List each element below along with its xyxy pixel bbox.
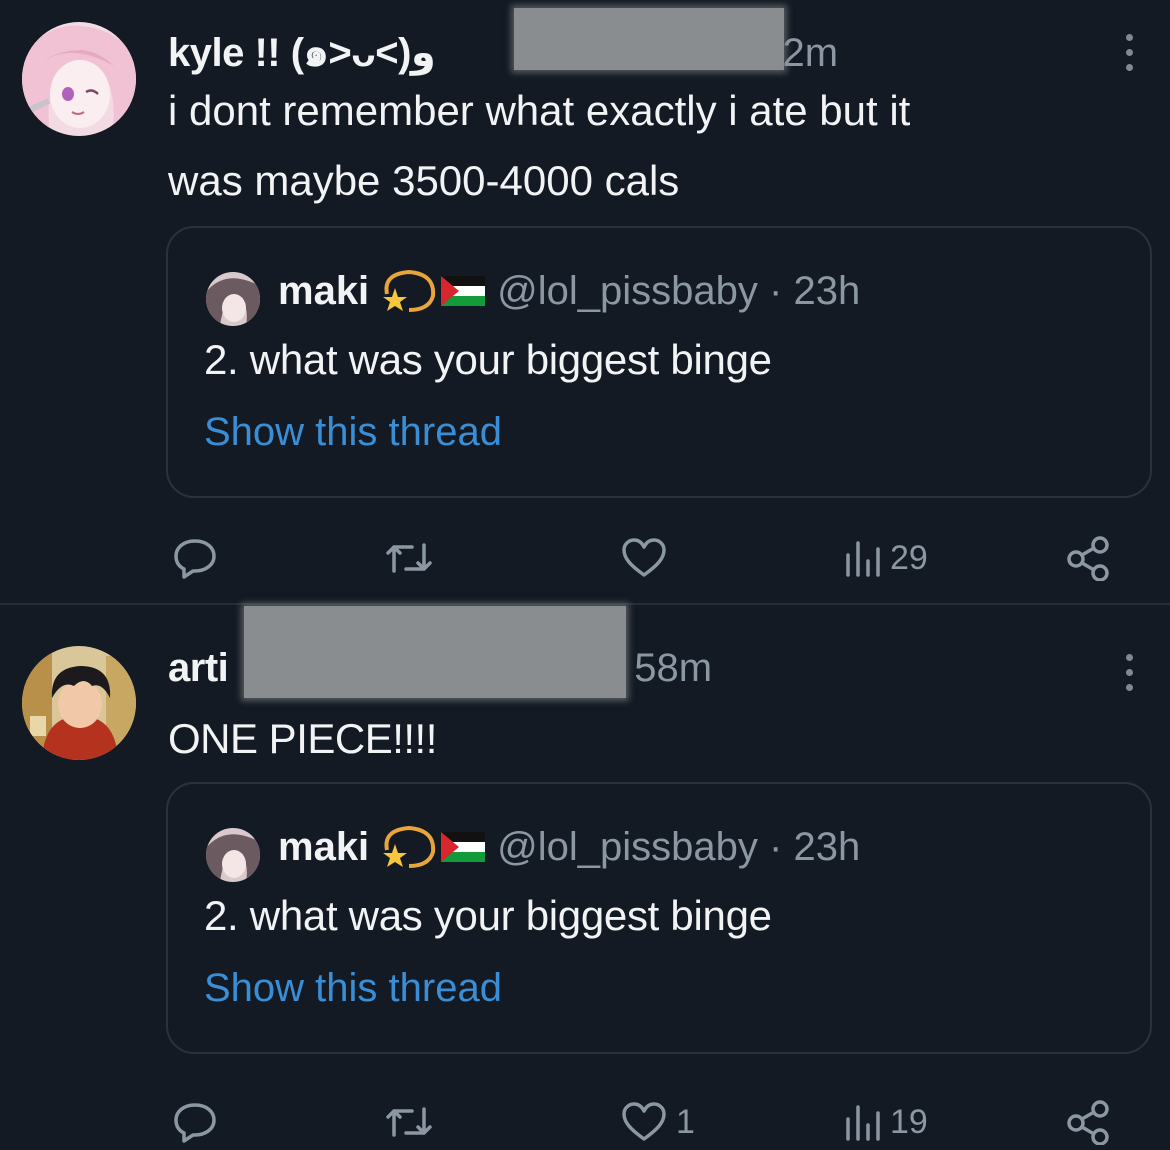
palestine-flag-emoji-icon [441, 832, 486, 862]
quoted-handle-time[interactable]: @lol_pissbaby · 23h [497, 269, 860, 314]
more-options-icon[interactable] [1126, 654, 1134, 691]
palestine-flag-emoji-icon [441, 276, 486, 306]
quoted-author-name[interactable]: maki [278, 825, 369, 870]
dizzy-star-emoji-icon [383, 269, 436, 312]
anime-dark-hair-avatar-icon [22, 646, 136, 760]
timestamp[interactable]: 58m [634, 646, 712, 691]
show-thread-link[interactable]: Show this thread [204, 410, 502, 455]
redacted-handle [514, 8, 784, 70]
author-name[interactable]: kyle !! (๑>ᴗ<)و [168, 20, 436, 84]
retweet-icon [386, 543, 432, 573]
quoted-header: maki @lol_pissbaby · 23h [278, 268, 860, 314]
retweet-button[interactable] [384, 1092, 442, 1150]
tweet-text-line: was maybe 3500-4000 cals [168, 157, 680, 204]
anime-pink-hair-avatar-icon [22, 22, 136, 136]
retweet-icon [386, 1107, 432, 1137]
views-chart-icon [846, 1105, 880, 1141]
views-button[interactable]: 29 [842, 528, 928, 588]
reply-button[interactable] [172, 1092, 226, 1150]
tweet[interactable]: arti 58m ONE PIECE!!!! maki @lol_pissbab… [0, 606, 1170, 1150]
like-button[interactable] [620, 528, 676, 588]
reply-icon [174, 1103, 216, 1143]
views-count: 19 [890, 1102, 928, 1141]
quoted-avatar[interactable] [206, 828, 260, 882]
quoted-tweet[interactable]: maki @lol_pissbaby · 23h 2. what was you… [166, 226, 1152, 498]
reply-button[interactable] [172, 528, 226, 588]
retweet-button[interactable] [384, 528, 442, 588]
tweet[interactable]: kyle !! (๑>ᴗ<)و · 32m i dont remember wh… [0, 0, 1170, 605]
tweet-text: i dont remember what exactly i ate but i… [168, 76, 1128, 216]
action-bar: 1 19 [0, 1092, 1170, 1150]
show-thread-link[interactable]: Show this thread [204, 966, 502, 1011]
quoted-avatar-icon [206, 272, 260, 326]
tweet-text-line: i dont remember what exactly i ate but i… [168, 87, 911, 134]
views-count: 29 [890, 538, 928, 577]
tweet-text-line: ONE PIECE!!!! [168, 715, 437, 762]
like-button[interactable]: 1 [620, 1092, 695, 1150]
like-count: 1 [676, 1102, 695, 1141]
quoted-avatar[interactable] [206, 272, 260, 326]
views-chart-icon [846, 541, 880, 577]
redacted-handle [244, 606, 626, 698]
quoted-text: 2. what was your biggest binge [204, 892, 772, 939]
heart-icon [622, 1102, 666, 1141]
quoted-handle-time[interactable]: @lol_pissbaby · 23h [497, 825, 860, 870]
quoted-avatar-icon [206, 828, 260, 882]
quoted-text: 2. what was your biggest binge [204, 336, 772, 383]
quoted-header: maki @lol_pissbaby · 23h [278, 824, 860, 870]
share-icon [1067, 1100, 1109, 1145]
share-button[interactable] [1064, 1092, 1112, 1150]
timeline: kyle !! (๑>ᴗ<)و · 32m i dont remember wh… [0, 0, 1170, 1150]
avatar[interactable] [22, 22, 136, 136]
views-button[interactable]: 19 [842, 1092, 928, 1150]
tweet-divider [0, 603, 1170, 605]
reply-icon [174, 539, 216, 579]
more-options-icon[interactable] [1126, 34, 1134, 71]
share-button[interactable] [1064, 528, 1112, 588]
action-bar: 29 [0, 528, 1170, 588]
tweet-text: ONE PIECE!!!! [168, 704, 1128, 774]
heart-icon [622, 538, 666, 577]
dizzy-star-emoji-icon [383, 825, 436, 868]
avatar[interactable] [22, 646, 136, 760]
share-icon [1067, 536, 1109, 581]
author-name[interactable]: arti [168, 646, 229, 691]
quoted-tweet[interactable]: maki @lol_pissbaby · 23h 2. what was you… [166, 782, 1152, 1054]
quoted-author-name[interactable]: maki [278, 269, 369, 314]
